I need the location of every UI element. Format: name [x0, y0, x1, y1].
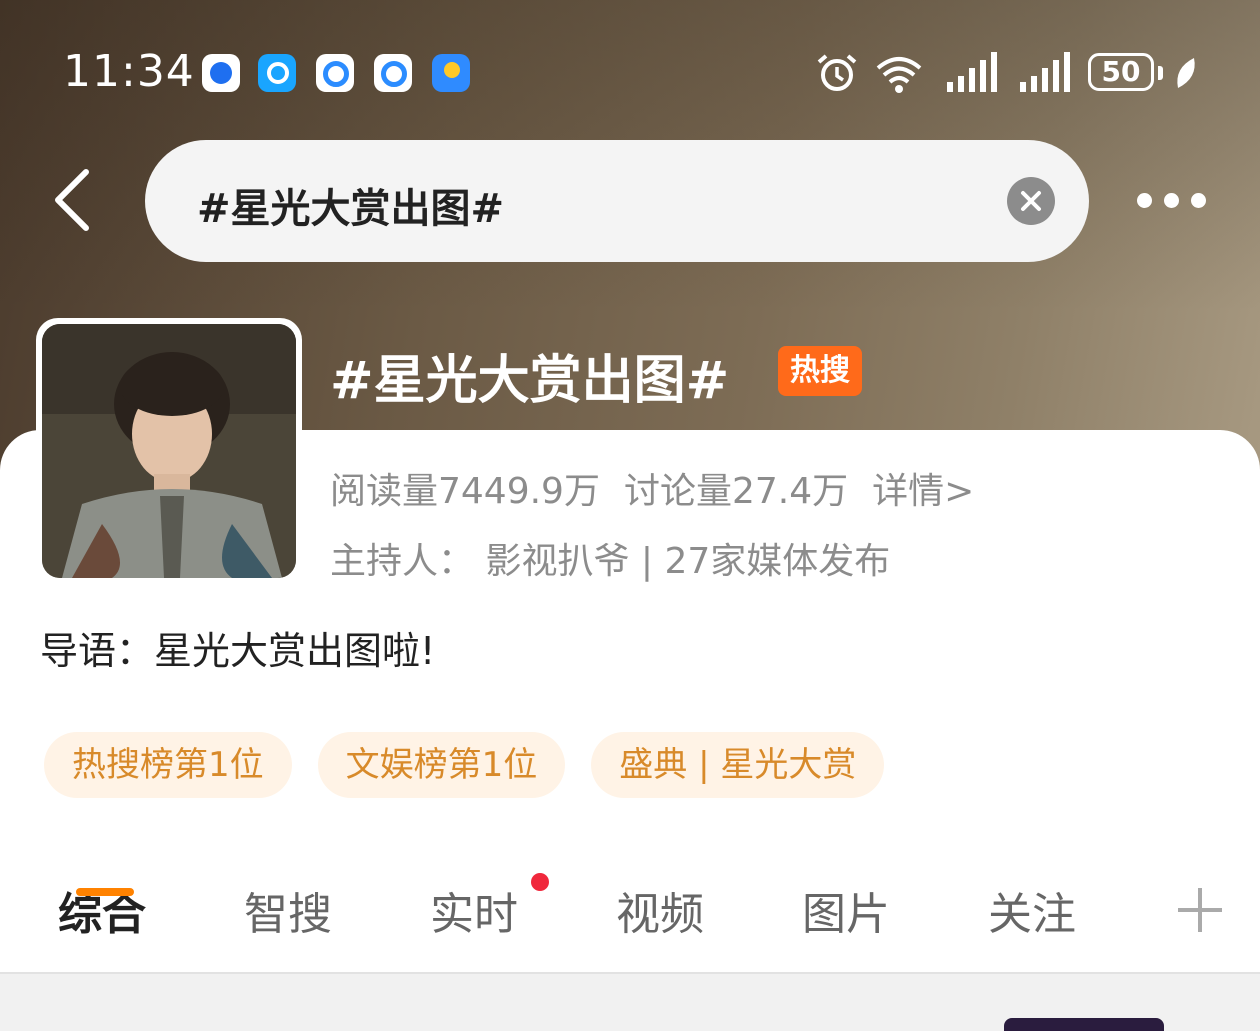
tag-hot-rank[interactable]: 热搜榜第1位 — [44, 732, 292, 798]
avatar-image — [42, 324, 296, 578]
browser-app-icon — [202, 54, 240, 92]
more-options-icon[interactable] — [1133, 185, 1213, 215]
tab-bar: 综合 智搜 实时 视频 图片 关注 — [0, 868, 1260, 968]
read-count: 阅读量7449.9万 — [330, 471, 600, 512]
back-arrow-icon[interactable] — [50, 168, 94, 232]
search-query[interactable]: #星光大赏出图# — [197, 176, 504, 234]
details-link[interactable]: 详情> — [872, 471, 974, 512]
topic-avatar[interactable] — [36, 318, 302, 584]
tab-smart-search[interactable]: 智搜 — [244, 878, 332, 942]
realtime-notification-dot — [531, 873, 549, 891]
tag-entertainment-rank[interactable]: 文娱榜第1位 — [317, 732, 566, 798]
active-tab-indicator — [76, 888, 134, 896]
search-app-icon — [258, 54, 296, 92]
topic-title: #星光大赏出图# — [330, 351, 730, 411]
add-tab-icon[interactable] — [1178, 888, 1222, 932]
status-time: 11:34 — [63, 46, 195, 97]
tab-video[interactable]: 视频 — [616, 878, 704, 942]
wifi-icon — [876, 57, 922, 93]
signal-icon-2 — [1020, 52, 1070, 92]
feed-thumbnail-peek[interactable] — [1004, 1018, 1164, 1031]
status-bar: 11:34 50 — [0, 0, 1260, 140]
tab-realtime[interactable]: 实时 — [430, 878, 518, 942]
tag-ceremony[interactable]: 盛典 | 星光大赏 — [591, 732, 885, 798]
power-saving-leaf-icon — [1177, 58, 1195, 88]
hot-search-badge: 热搜 — [778, 346, 862, 396]
discussion-count: 讨论量27.4万 — [623, 471, 849, 512]
alarm-icon — [817, 54, 857, 91]
weather-app-icon — [432, 54, 470, 92]
topic-tags: 热搜榜第1位 文娱榜第1位 盛典 | 星光大赏 — [44, 732, 885, 798]
battery-tip — [1158, 66, 1163, 80]
topic-host[interactable]: 主持人： 影视扒爷 | 27家媒体发布 — [330, 532, 890, 584]
qq-browser-icon — [316, 54, 354, 92]
signal-icon — [947, 52, 997, 92]
tab-pictures[interactable]: 图片 — [802, 878, 890, 942]
clear-icon[interactable] — [1007, 177, 1055, 225]
qq-browser-icon — [374, 54, 412, 92]
topic-intro: 导语：星光大赏出图啦! — [40, 629, 436, 673]
battery-indicator: 50 — [1088, 53, 1154, 91]
search-input[interactable]: #星光大赏出图# — [145, 140, 1089, 262]
topic-stats: 阅读量7449.9万 讨论量27.4万 详情> — [330, 462, 998, 514]
tab-following[interactable]: 关注 — [988, 878, 1076, 942]
